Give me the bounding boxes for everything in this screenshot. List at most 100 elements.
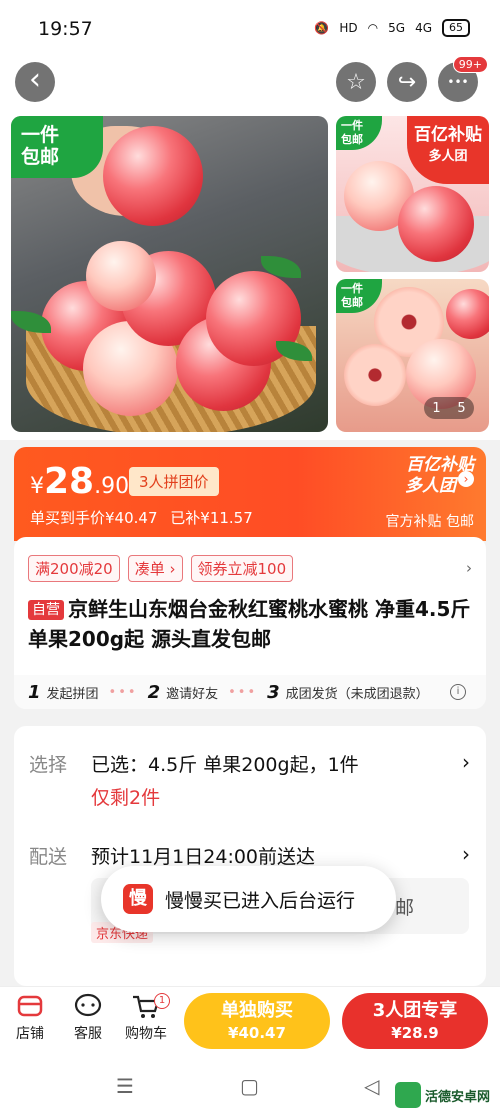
store-tab[interactable]: 店铺 bbox=[0, 993, 60, 1043]
hd-icon: HD bbox=[339, 21, 358, 35]
app-logo-icon: 慢 bbox=[123, 884, 153, 914]
group-steps: 1 发起拼团 ••• 2 邀请好友 ••• 3 成团发货（未成团退款） i bbox=[14, 675, 486, 709]
stock-warning: 仅剩2件 bbox=[91, 787, 161, 809]
menu-icon[interactable]: ☰ bbox=[116, 1074, 134, 1098]
signal-4g-icon: 4G bbox=[415, 21, 432, 35]
status-icons: 🔕 HD ◠ 5G 4G 65 bbox=[314, 19, 470, 37]
subsidy-subtext: 官方补贴 包邮 bbox=[385, 514, 474, 530]
coupon-discount[interactable]: 满200减20 bbox=[28, 555, 120, 582]
deliver-label: 配送 bbox=[29, 846, 68, 868]
share-button[interactable]: ↪ bbox=[387, 62, 427, 102]
watermark-logo-icon bbox=[394, 1082, 421, 1108]
price-integer: 28 bbox=[44, 461, 95, 502]
price-decimal: .90 bbox=[94, 474, 130, 499]
cart-label: 购物车 bbox=[125, 1026, 167, 1042]
tag-line: 包邮 bbox=[341, 296, 363, 309]
step-label: 成团发货（未成团退款） bbox=[285, 686, 429, 702]
chat-icon bbox=[73, 993, 103, 1019]
product-title: 自营 京鲜生山东烟台金秋红蜜桃水蜜桃 净重4.5斤 单果200g起 源头直发包邮 bbox=[28, 594, 476, 654]
choose-label: 选择 bbox=[29, 754, 68, 776]
watermark: 活德安卓网 bbox=[394, 1082, 490, 1108]
store-icon bbox=[15, 993, 45, 1019]
peach-illustration bbox=[86, 241, 156, 311]
cart-count-badge: 1 bbox=[154, 993, 170, 1009]
buy-alone-button[interactable]: 单独购买 ¥40.47 bbox=[184, 993, 330, 1049]
product-title-text: 京鲜生山东烟台金秋红蜜桃水蜜桃 净重4.5斤 单果200g起 源头直发包邮 bbox=[28, 597, 471, 651]
peach-illustration bbox=[103, 126, 203, 226]
product-info-card: 满200减20 凑单 › 领券立减100 › 自营 京鲜生山东烟台金秋红蜜桃水蜜桃… bbox=[14, 537, 486, 709]
subsidy-corner-badge: 百亿补贴 多人团 bbox=[407, 116, 489, 184]
gallery-page-indicator: 1 5 bbox=[424, 397, 474, 419]
tag-line: 包邮 bbox=[341, 133, 363, 146]
corner-line: 百亿补贴 bbox=[414, 125, 482, 145]
free-shipping-tag: 一件 包邮 bbox=[336, 279, 382, 313]
chevron-right-icon[interactable]: › bbox=[462, 750, 470, 774]
group-price: ¥ 28 .90 bbox=[30, 461, 129, 502]
choose-value[interactable]: 已选：4.5斤 单果200g起，1件 bbox=[91, 750, 359, 777]
free-shipping-tag: 一件 包邮 bbox=[11, 116, 103, 178]
peach-illustration bbox=[446, 289, 489, 339]
subsidy-logo-line: 多人团 bbox=[405, 476, 456, 496]
chevron-right-icon[interactable]: › bbox=[462, 842, 470, 866]
home-icon[interactable]: ▢ bbox=[240, 1074, 259, 1098]
signal-5g-icon: 5G bbox=[388, 21, 406, 35]
status-bar: 19:57 🔕 HD ◠ 5G 4G 65 bbox=[0, 0, 500, 58]
price-subline: 单买到手价¥40.47 已补¥11.57 bbox=[30, 507, 253, 528]
coupon-add-items[interactable]: 凑单 › bbox=[127, 555, 183, 582]
self-operated-tag: 自营 bbox=[28, 600, 64, 620]
step-label: 邀请好友 bbox=[166, 686, 219, 702]
main-product-image[interactable]: 一件 包邮 bbox=[11, 116, 328, 432]
step-dots: ••• bbox=[108, 684, 138, 700]
step-number: 2 bbox=[147, 681, 161, 703]
subsidy-badge[interactable]: 百亿补贴 多人团 › 官方补贴 包邮 bbox=[354, 455, 474, 530]
currency-symbol: ¥ bbox=[30, 474, 44, 499]
peach-half-illustration bbox=[344, 344, 406, 406]
group-buy-title: 3人团专享 bbox=[372, 1000, 458, 1021]
service-label: 客服 bbox=[74, 1026, 102, 1042]
bottom-action-bar: 店铺 客服 1 购物车 单独购买 ¥40.47 3人团专享 ¥28.9 bbox=[0, 986, 500, 1056]
free-shipping-tag: 一件 包邮 bbox=[336, 116, 382, 150]
single-buy-price: 单买到手价¥40.47 bbox=[30, 509, 158, 527]
coupon-row: 满200减20 凑单 › 领券立减100 bbox=[28, 555, 294, 582]
wifi-icon: ◠ bbox=[367, 21, 379, 35]
tag-line: 一件 bbox=[341, 119, 363, 132]
favorite-button[interactable]: ☆ bbox=[336, 62, 376, 102]
mute-icon: 🔕 bbox=[314, 21, 330, 35]
group-buy-price: ¥28.9 bbox=[391, 1024, 439, 1042]
thumbnail-image-1[interactable]: 一件 包邮 百亿补贴 多人团 bbox=[336, 116, 489, 272]
chevron-right-icon: › bbox=[458, 471, 474, 487]
step-number: 1 bbox=[28, 681, 41, 703]
info-icon[interactable]: i bbox=[450, 684, 466, 700]
step-dots: ••• bbox=[228, 684, 258, 700]
tag-line: 一件 bbox=[21, 124, 60, 146]
back-icon[interactable]: ◁ bbox=[364, 1074, 379, 1098]
peach-illustration bbox=[398, 186, 474, 262]
chevron-left-icon: ‹ bbox=[29, 62, 41, 97]
subsidy-logo-line: 百亿补贴 bbox=[406, 455, 474, 475]
more-icon: ••• bbox=[447, 75, 469, 89]
shipping-text: 邮 bbox=[394, 897, 414, 919]
deliver-value[interactable]: 预计11月1日24:00前送达 bbox=[91, 842, 315, 869]
corner-line: 多人团 bbox=[428, 149, 468, 164]
tag-line: 包邮 bbox=[21, 146, 60, 168]
subsidy-amount: 已补¥11.57 bbox=[170, 509, 253, 527]
status-time: 19:57 bbox=[38, 18, 93, 40]
coupon-more-icon[interactable]: › bbox=[466, 559, 472, 577]
coupon-claim[interactable]: 领券立减100 bbox=[190, 555, 294, 582]
tag-line: 一件 bbox=[341, 282, 363, 295]
page-total: 5 bbox=[457, 400, 466, 416]
back-button[interactable]: ‹ bbox=[15, 62, 55, 102]
options-card: 选择 已选：4.5斤 单果200g起，1件 仅剩2件 › 配送 预计11月1日2… bbox=[14, 726, 486, 986]
store-label: 店铺 bbox=[16, 1026, 44, 1042]
message-count-badge: 99+ bbox=[452, 56, 488, 73]
group-price-tag: 3人拼团价 bbox=[129, 467, 219, 496]
service-tab[interactable]: 客服 bbox=[58, 993, 118, 1043]
cart-tab[interactable]: 1 购物车 bbox=[116, 993, 176, 1043]
background-running-toast: 慢 慢慢买已进入后台运行 bbox=[101, 866, 396, 932]
battery-icon: 65 bbox=[442, 19, 470, 37]
buy-alone-price: ¥40.47 bbox=[228, 1024, 286, 1042]
price-banner: ¥ 28 .90 3人拼团价 单买到手价¥40.47 已补¥11.57 百亿补贴… bbox=[14, 447, 486, 541]
group-buy-button[interactable]: 3人团专享 ¥28.9 bbox=[342, 993, 488, 1049]
step-number: 3 bbox=[267, 681, 280, 703]
more-button[interactable]: ••• 99+ bbox=[438, 56, 488, 102]
